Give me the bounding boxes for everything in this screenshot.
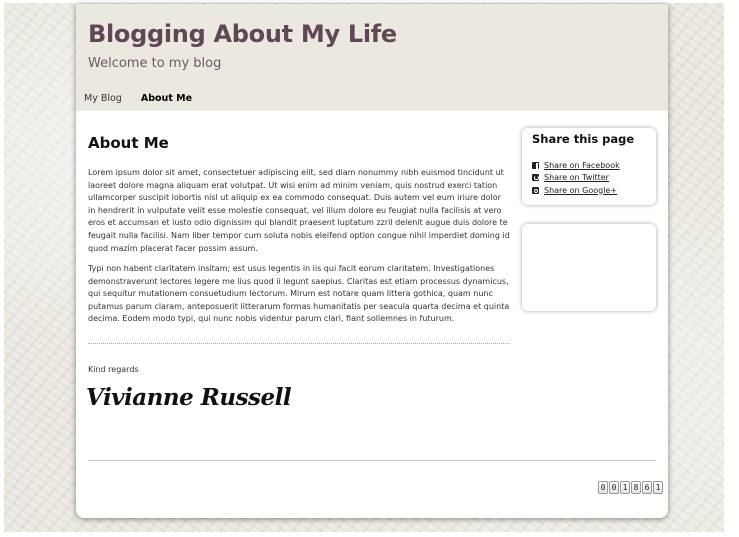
visitor-counter: 0 0 1 8 6 1 (598, 481, 663, 494)
counter-digit: 1 (620, 481, 630, 494)
share-item-facebook: Share on Facebook (532, 159, 620, 172)
share-item-google-plus: Share on Google+ (532, 184, 620, 197)
site-header: Blogging About My Life Welcome to my blo… (76, 4, 668, 111)
share-item-twitter: Share on Twitter (532, 172, 620, 185)
counter-digit: 1 (653, 481, 663, 494)
site-title[interactable]: Blogging About My Life (88, 20, 397, 48)
footer-divider (88, 460, 656, 461)
share-title: Share this page (532, 132, 635, 146)
page-container: Blogging About My Life Welcome to my blo… (76, 4, 668, 518)
site-tagline: Welcome to my blog (88, 56, 222, 71)
closing-text: Kind regards (88, 365, 139, 374)
dotted-divider (88, 343, 510, 344)
share-twitter-link[interactable]: Share on Twitter (544, 173, 609, 182)
counter-digit: 6 (642, 481, 652, 494)
counter-digit: 0 (598, 481, 608, 494)
main-content: About Me Lorem ipsum dolor sit amet, con… (88, 134, 510, 323)
page-heading: About Me (88, 134, 169, 152)
signature: Vivianne Russell (86, 384, 292, 411)
facebook-icon (532, 161, 539, 169)
paragraph: Lorem ipsum dolor sit amet, consectetuer… (88, 168, 510, 253)
share-widget: Share this page Share on Facebook Share … (522, 128, 656, 205)
share-google-plus-link[interactable]: Share on Google+ (544, 186, 617, 195)
google-plus-icon (532, 186, 539, 194)
paragraph: Typi non habent claritatem insitam; est … (88, 264, 510, 324)
nav-item-my-blog[interactable]: My Blog (84, 93, 122, 104)
sidebar-widget-empty (522, 224, 656, 311)
twitter-icon (532, 174, 539, 182)
share-list: Share on Facebook Share on Twitter Share… (532, 159, 620, 197)
counter-digit: 8 (631, 481, 641, 494)
main-nav: My Blog About Me (84, 93, 208, 104)
counter-digit: 0 (609, 481, 619, 494)
share-facebook-link[interactable]: Share on Facebook (544, 161, 620, 170)
nav-item-about-me[interactable]: About Me (141, 93, 192, 104)
